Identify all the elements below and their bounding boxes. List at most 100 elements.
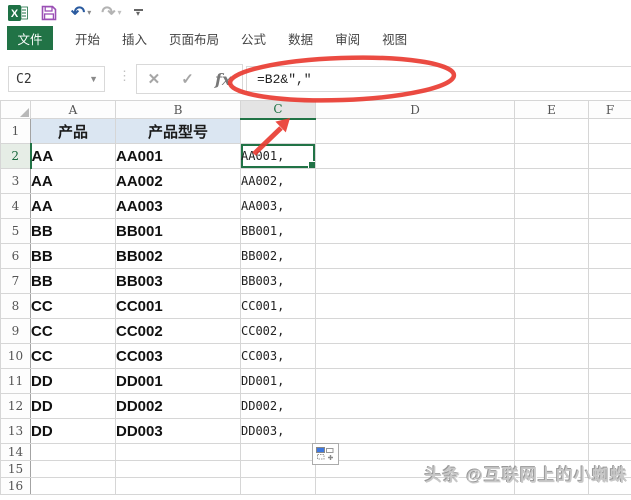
cell-F4[interactable] [588,193,631,219]
column-header-C[interactable]: C [240,100,316,120]
cell-D5[interactable] [315,218,515,244]
cell-D10[interactable] [315,343,515,369]
tab-formulas[interactable]: 公式 [241,29,266,48]
cell-E11[interactable] [514,368,589,394]
cell-A13[interactable]: DD [30,418,116,444]
tab-view[interactable]: 视图 [382,29,407,48]
row-header-6[interactable]: 6 [0,243,31,269]
cell-F2[interactable] [588,143,631,169]
column-header-D[interactable]: D [315,100,515,119]
cell-E12[interactable] [514,393,589,419]
cell-E1[interactable] [514,118,589,144]
cell-F13[interactable] [588,418,631,444]
customize-quick-access-toolbar-icon[interactable]: ▾ [133,9,143,18]
cell-C15[interactable] [240,460,316,478]
cell-C5[interactable]: BB001, [240,218,316,244]
cell-D13[interactable] [315,418,515,444]
cell-B2[interactable]: AA001 [115,143,241,169]
cell-E10[interactable] [514,343,589,369]
tab-review[interactable]: 审阅 [335,29,360,48]
cell-B3[interactable]: AA002 [115,168,241,194]
cell-A4[interactable]: AA [30,193,116,219]
cell-D6[interactable] [315,243,515,269]
cell-A15[interactable] [30,460,116,478]
column-header-E[interactable]: E [514,100,589,119]
cell-C14[interactable] [240,443,316,461]
tab-data[interactable]: 数据 [288,29,313,48]
cell-D3[interactable] [315,168,515,194]
cell-A9[interactable]: CC [30,318,116,344]
cell-C2[interactable]: AA001, [240,143,316,169]
cell-C16[interactable] [240,477,316,495]
cell-C6[interactable]: BB002, [240,243,316,269]
cancel-icon[interactable]: ✕ [148,70,161,88]
redo-dropdown-caret-icon[interactable]: ▾ [118,8,122,17]
undo-dropdown-caret-icon[interactable]: ▾ [87,8,91,17]
cell-E14[interactable] [514,443,589,461]
row-header-2[interactable]: 2 [0,143,32,169]
cell-F5[interactable] [588,218,631,244]
cell-B11[interactable]: DD001 [115,368,241,394]
cell-E4[interactable] [514,193,589,219]
cell-A8[interactable]: CC [30,293,116,319]
row-header-4[interactable]: 4 [0,193,31,219]
enter-icon[interactable]: ✓ [181,70,194,88]
row-header-14[interactable]: 14 [0,443,31,461]
cell-A2[interactable]: AA [30,143,116,169]
cell-C7[interactable]: BB003, [240,268,316,294]
cell-C3[interactable]: AA002, [240,168,316,194]
cell-B8[interactable]: CC001 [115,293,241,319]
cell-B15[interactable] [115,460,241,478]
cell-A10[interactable]: CC [30,343,116,369]
cell-E3[interactable] [514,168,589,194]
cell-F12[interactable] [588,393,631,419]
cell-A7[interactable]: BB [30,268,116,294]
row-header-1[interactable]: 1 [0,118,31,144]
select-all-corner[interactable] [0,100,31,119]
cell-A14[interactable] [30,443,116,461]
cell-D7[interactable] [315,268,515,294]
row-header-12[interactable]: 12 [0,393,31,419]
cell-E2[interactable] [514,143,589,169]
cell-E7[interactable] [514,268,589,294]
cell-C4[interactable]: AA003, [240,193,316,219]
undo-icon[interactable]: ↶ [71,4,85,21]
cell-B1[interactable]: 产品型号 [115,118,241,144]
cell-F8[interactable] [588,293,631,319]
name-box-dropdown-icon[interactable]: ▼ [89,74,104,84]
row-header-8[interactable]: 8 [0,293,31,319]
cell-A5[interactable]: BB [30,218,116,244]
cell-A16[interactable] [30,477,116,495]
cell-D4[interactable] [315,193,515,219]
insert-function-icon[interactable]: fx [215,70,231,89]
save-icon[interactable] [41,5,57,21]
cell-A6[interactable]: BB [30,243,116,269]
cell-B7[interactable]: BB003 [115,268,241,294]
row-header-5[interactable]: 5 [0,218,31,244]
cell-A1[interactable]: 产品 [30,118,116,144]
cell-D11[interactable] [315,368,515,394]
cell-E9[interactable] [514,318,589,344]
cell-F6[interactable] [588,243,631,269]
tab-file[interactable]: 文件 [7,26,53,50]
cell-E5[interactable] [514,218,589,244]
cell-B9[interactable]: CC002 [115,318,241,344]
cell-F9[interactable] [588,318,631,344]
cell-E6[interactable] [514,243,589,269]
cell-F10[interactable] [588,343,631,369]
cell-B4[interactable]: AA003 [115,193,241,219]
cell-B6[interactable]: BB002 [115,243,241,269]
cell-E8[interactable] [514,293,589,319]
cell-D12[interactable] [315,393,515,419]
cell-C10[interactable]: CC003, [240,343,316,369]
row-header-11[interactable]: 11 [0,368,31,394]
tab-insert[interactable]: 插入 [122,29,147,48]
cell-D8[interactable] [315,293,515,319]
cell-D2[interactable] [315,143,515,169]
row-header-15[interactable]: 15 [0,460,31,478]
cell-B13[interactable]: DD003 [115,418,241,444]
cell-C12[interactable]: DD002, [240,393,316,419]
cell-B16[interactable] [115,477,241,495]
cell-A12[interactable]: DD [30,393,116,419]
column-header-F[interactable]: F [588,100,631,119]
